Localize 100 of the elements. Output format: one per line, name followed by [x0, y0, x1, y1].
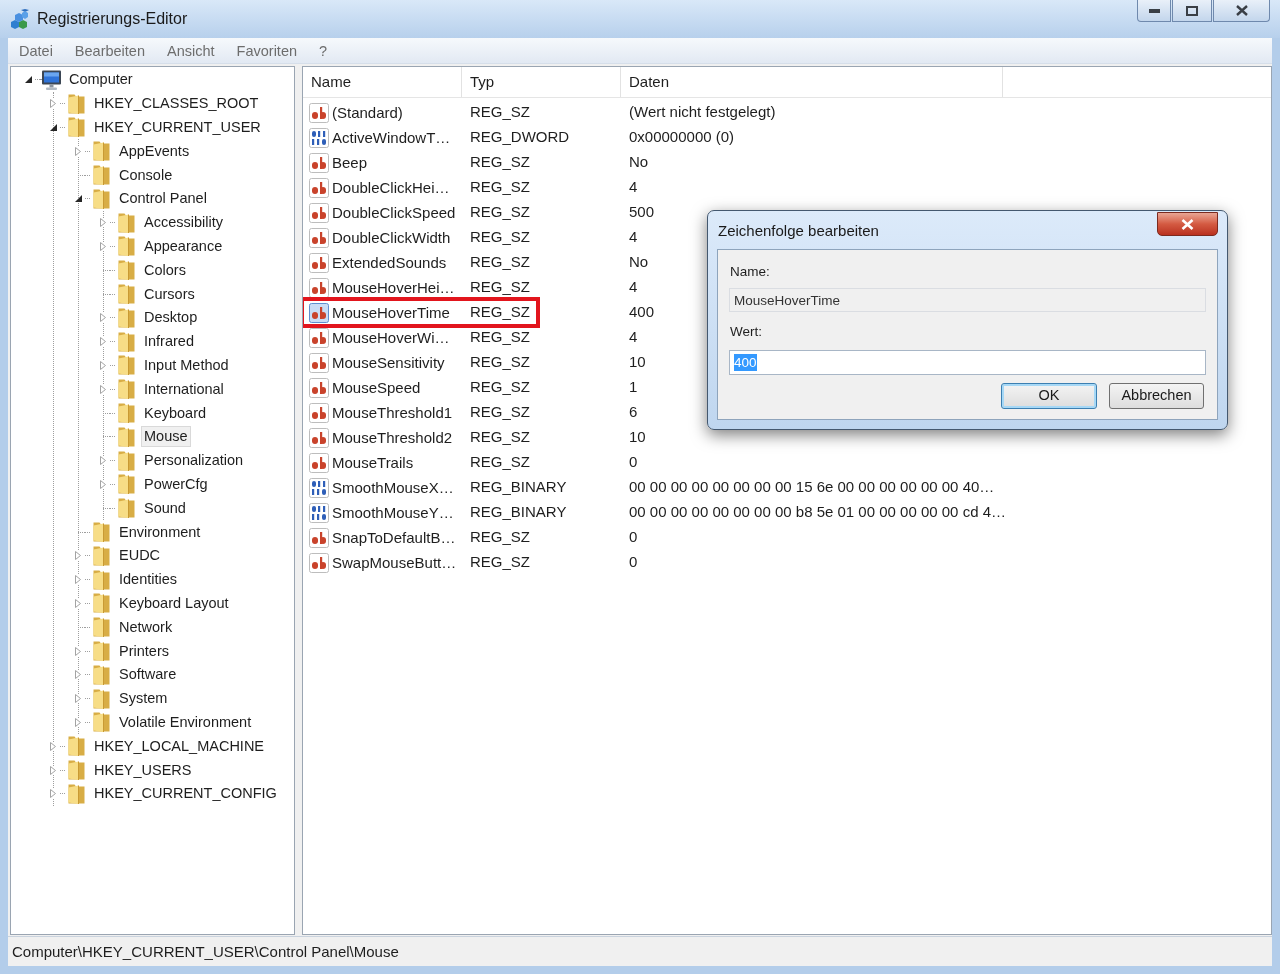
value-name[interactable]: MouseSpeed: [332, 379, 421, 396]
expand-arrow-icon[interactable]: [100, 313, 106, 323]
value-type: REG_SZ: [470, 403, 530, 421]
close-button[interactable]: [1157, 212, 1218, 236]
tree-item[interactable]: PowerCfg: [141, 473, 211, 495]
tree-item[interactable]: Environment: [116, 521, 204, 543]
value-name[interactable]: MouseHoverTime: [332, 304, 450, 321]
tree-item[interactable]: System: [116, 688, 171, 710]
expand-arrow-icon[interactable]: [50, 765, 56, 775]
maximize-button[interactable]: [1172, 0, 1212, 22]
tree-item[interactable]: AppEvents: [116, 140, 193, 162]
expand-arrow-icon[interactable]: [75, 694, 81, 704]
value-name[interactable]: SnapToDefaultB…: [332, 529, 456, 546]
value-data: 400: [629, 303, 655, 321]
tree-item[interactable]: HKEY_LOCAL_MACHINE: [91, 735, 268, 757]
tree-item[interactable]: HKEY_CLASSES_ROOT: [91, 93, 262, 115]
tree-item[interactable]: Software: [116, 664, 180, 686]
tree-item[interactable]: Accessibility: [141, 212, 226, 234]
value-name[interactable]: DoubleClickHei…: [332, 179, 450, 196]
folder-icon: [67, 736, 85, 757]
value-name[interactable]: (Standard): [332, 104, 403, 121]
expand-arrow-icon[interactable]: [100, 360, 106, 370]
value-name[interactable]: MouseThreshold1: [332, 404, 453, 421]
value-data: 0: [629, 528, 638, 546]
tree-item[interactable]: HKEY_CURRENT_CONFIG: [91, 783, 280, 805]
tree-item[interactable]: Appearance: [141, 235, 226, 257]
value-name[interactable]: ActiveWindowT…: [332, 129, 451, 146]
tree-item[interactable]: Keyboard Layout: [116, 592, 232, 614]
tree-item[interactable]: Personalization: [141, 450, 247, 472]
value-name[interactable]: SmoothMouseY…: [332, 504, 454, 521]
value-type: REG_SZ: [470, 153, 530, 171]
tree-item[interactable]: Sound: [141, 497, 189, 519]
value-type: REG_SZ: [470, 528, 530, 546]
tree-item[interactable]: Input Method: [141, 354, 232, 376]
tree-item[interactable]: HKEY_CURRENT_USER: [91, 117, 264, 138]
value-data: No: [629, 153, 649, 171]
expand-arrow-icon[interactable]: [75, 598, 81, 608]
tree-item[interactable]: HKEY_USERS: [91, 759, 195, 781]
folder-icon: [67, 783, 85, 804]
close-button[interactable]: [1213, 0, 1270, 22]
value-name[interactable]: Beep: [332, 154, 368, 171]
tree-item[interactable]: Control Panel: [116, 188, 210, 210]
collapse-arrow-icon[interactable]: [49, 124, 57, 131]
expand-arrow-icon[interactable]: [75, 146, 81, 156]
value-name[interactable]: MouseHoverHei…: [332, 279, 455, 296]
value-type: REG_SZ: [470, 553, 530, 571]
tree-item[interactable]: Infrared: [141, 331, 197, 353]
tree-item[interactable]: Desktop: [141, 307, 201, 329]
expand-arrow-icon[interactable]: [100, 384, 106, 394]
tree-item[interactable]: Colors: [141, 259, 189, 281]
expand-arrow-icon[interactable]: [75, 670, 81, 680]
tree-item[interactable]: Printers: [116, 640, 172, 662]
folder-icon: [117, 474, 135, 495]
value-name[interactable]: SmoothMouseX…: [332, 479, 454, 496]
folder-icon: [117, 284, 135, 305]
minimize-button[interactable]: [1137, 0, 1171, 22]
tree-item[interactable]: Keyboard: [141, 402, 210, 424]
value-name[interactable]: ExtendedSounds: [332, 254, 447, 271]
expand-arrow-icon[interactable]: [50, 789, 56, 799]
expand-arrow-icon[interactable]: [75, 717, 81, 727]
expand-arrow-icon[interactable]: [100, 456, 106, 466]
tree-item[interactable]: Mouse: [141, 426, 191, 448]
value-data: 0: [629, 453, 638, 471]
folder-icon: [92, 522, 110, 543]
column-header[interactable]: Name: [303, 67, 462, 97]
expand-arrow-icon[interactable]: [75, 646, 81, 656]
dialog-button[interactable]: Abbrechen: [1109, 383, 1204, 409]
value-name[interactable]: MouseThreshold2: [332, 429, 453, 446]
tree-item[interactable]: Computer: [66, 69, 136, 91]
column-header[interactable]: Typ: [462, 67, 621, 97]
cubes-icon: [10, 9, 30, 29]
expand-arrow-icon[interactable]: [50, 99, 56, 109]
dialog-button[interactable]: OK: [1001, 383, 1097, 409]
tree-item[interactable]: Cursors: [141, 283, 198, 305]
expand-arrow-icon[interactable]: [100, 479, 106, 489]
expand-arrow-icon[interactable]: [100, 218, 106, 228]
column-header[interactable]: Daten: [621, 67, 1003, 97]
folder-icon: [92, 569, 110, 590]
expand-arrow-icon[interactable]: [100, 337, 106, 347]
tree-item[interactable]: International: [141, 378, 227, 400]
expand-arrow-icon[interactable]: [50, 741, 56, 751]
tree-item[interactable]: Console: [116, 164, 176, 186]
expand-arrow-icon[interactable]: [100, 241, 106, 251]
value-name[interactable]: MouseHoverWi…: [332, 329, 450, 346]
value-name[interactable]: MouseTrails: [332, 454, 414, 471]
expand-arrow-icon[interactable]: [75, 575, 81, 585]
folder-icon: [117, 355, 135, 376]
value-name[interactable]: DoubleClickWidth: [332, 229, 451, 246]
value-data: (Wert nicht festgelegt): [629, 103, 776, 121]
value-name[interactable]: DoubleClickSpeed: [332, 204, 456, 221]
value-name[interactable]: SwapMouseButt…: [332, 554, 457, 571]
value-name[interactable]: MouseSensitivity: [332, 354, 445, 371]
collapse-arrow-icon[interactable]: [74, 195, 82, 203]
collapse-arrow-icon[interactable]: [24, 76, 32, 84]
tree-item[interactable]: Identities: [116, 569, 181, 591]
tree-item[interactable]: EUDC: [116, 545, 164, 567]
tree-item[interactable]: Network: [116, 616, 176, 638]
expand-arrow-icon[interactable]: [75, 551, 81, 561]
tree-item[interactable]: Volatile Environment: [116, 711, 255, 733]
readonly-field[interactable]: MouseHoverTime: [729, 288, 1206, 312]
